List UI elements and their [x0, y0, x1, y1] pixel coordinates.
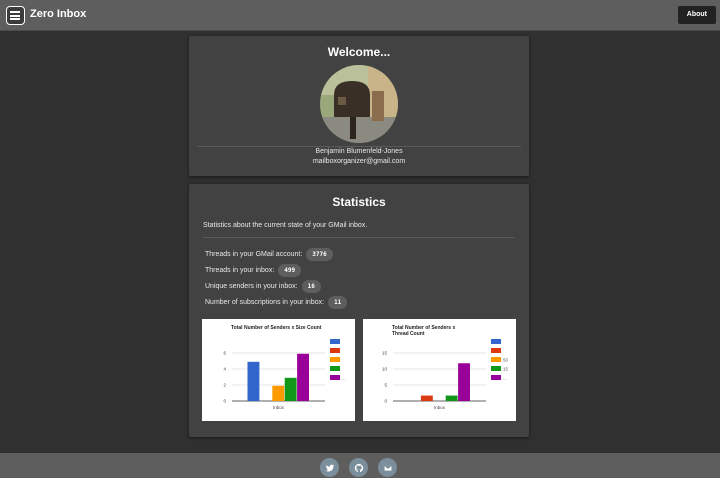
app-title: Zero Inbox: [30, 8, 87, 20]
chart-bar: [445, 395, 458, 401]
stat-row-unique-senders: Unique senders in your inbox: 16: [205, 279, 321, 293]
twitter-icon: [325, 464, 334, 471]
senders-thread-chart-svg: Total Number of Senders xThread Count051…: [382, 325, 509, 410]
chart-legend-swatch: [491, 357, 501, 362]
chart-legend-label: 15: [503, 367, 509, 372]
about-button[interactable]: About: [677, 6, 716, 24]
github-button[interactable]: [349, 458, 368, 477]
chart-bar: [284, 377, 297, 401]
app-bar: Zero Inbox About: [0, 0, 720, 31]
mailbox-photo-icon: [320, 65, 398, 143]
stat-row-total-threads: Threads in your GMail account: 3776: [205, 247, 333, 261]
user-email: mailboxorganizer@gmail.com: [312, 158, 406, 165]
chart-tick-label: 15: [382, 351, 388, 356]
chart-legend-swatch: [330, 375, 340, 380]
welcome-divider: [197, 146, 521, 147]
chart-legend-swatch: [491, 366, 501, 371]
chart-tick-label: 2: [223, 383, 226, 388]
welcome-card: Welcome... Benjamin Blumenfeld-Jones mai…: [189, 36, 529, 176]
hamburger-menu-icon[interactable]: [6, 6, 25, 25]
chart-legend-label: ...: [342, 376, 346, 381]
senders-thread-chart: Total Number of Senders x Thread Count 0 5 1…: [363, 319, 516, 421]
github-icon: [354, 463, 363, 472]
chart-tick-label: 0: [384, 399, 387, 404]
stat-label: Threads in your GMail account:: [205, 250, 303, 258]
stat-label: Number of subscriptions in your inbox:: [205, 298, 325, 306]
statistics-title: Statistics: [332, 195, 386, 209]
chart-tick-label: 4: [223, 367, 226, 372]
stat-badge: 16: [301, 279, 321, 293]
chart-title: Thread Count: [392, 331, 425, 337]
stat-badge: 3776: [306, 247, 333, 261]
statistics-description: Statistics about the current state of yo…: [203, 222, 368, 229]
senders-size-chart: Total Number of Senders x Size Count 0 2 4 6…: [202, 319, 355, 421]
chart-tick-label: 6: [223, 351, 226, 356]
chart-x-label: Inbox: [434, 405, 446, 410]
stat-label: Unique senders in your inbox:: [205, 282, 298, 290]
chart-bar: [458, 363, 470, 401]
chart-bar: [272, 385, 285, 401]
footer: [0, 453, 720, 478]
chart-legend-swatch: [491, 375, 501, 380]
chart-legend-swatch: [330, 339, 340, 344]
chart-tick-label: 10: [382, 367, 388, 372]
welcome-title: Welcome...: [327, 45, 391, 59]
statistics-card: Statistics Statistics about the current …: [189, 184, 529, 437]
stat-row-subscriptions: Number of subscriptions in your inbox: 1…: [205, 295, 348, 309]
stat-badge: 499: [278, 263, 302, 277]
chart-tick-label: 0: [223, 399, 226, 404]
chart-legend-swatch: [491, 339, 501, 344]
avatar: [320, 65, 398, 143]
user-name: Benjamin Blumenfeld-Jones: [315, 148, 403, 155]
chart-title: Total Number of Senders x Size Count: [231, 325, 322, 331]
chart-bar: [420, 395, 433, 401]
chart-legend-swatch: [330, 348, 340, 353]
stat-row-inbox-threads: Threads in your inbox: 499: [205, 263, 302, 277]
email-icon: [383, 464, 392, 471]
statistics-divider: [203, 237, 515, 238]
chart-legend-label: 50: [503, 358, 509, 363]
chart-legend-label: ...: [503, 376, 507, 381]
chart-legend-swatch: [491, 348, 501, 353]
stat-label: Threads in your inbox:: [205, 266, 275, 274]
senders-size-chart-svg: Total Number of Senders x Size Count 0 2 4 6…: [223, 325, 346, 410]
chart-bar: [247, 361, 260, 401]
chart-legend-swatch: [330, 357, 340, 362]
stat-badge: 11: [328, 295, 348, 309]
chart-tick-label: 5: [384, 383, 387, 388]
chart-x-label: Inbox: [273, 405, 285, 410]
chart-bar: [297, 353, 309, 401]
chart-legend-swatch: [330, 366, 340, 371]
twitter-button[interactable]: [320, 458, 339, 477]
email-button[interactable]: [378, 458, 397, 477]
